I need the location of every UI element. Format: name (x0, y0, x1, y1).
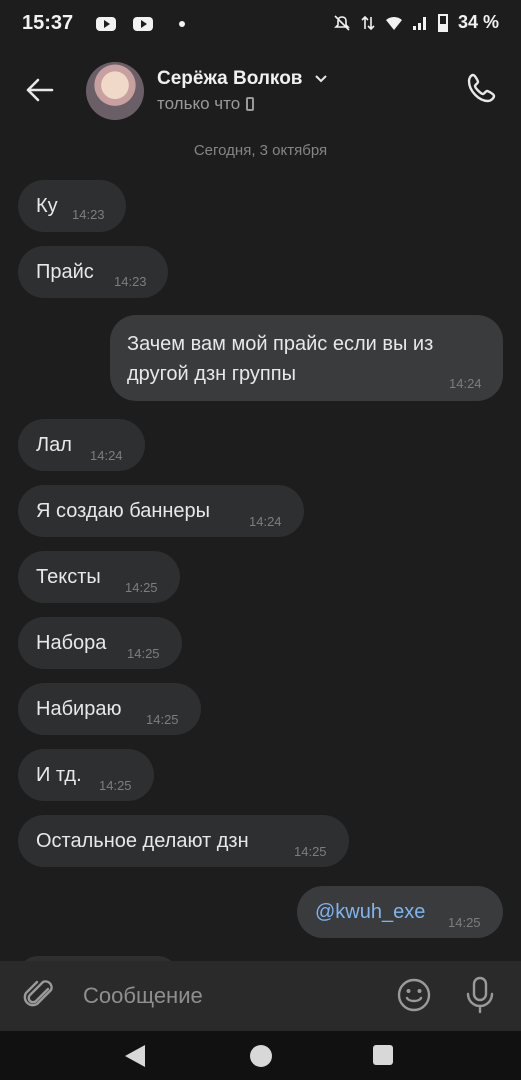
message-bubble-outgoing[interactable]: Зачем вам мой прайс если вы из другой дз… (110, 315, 503, 401)
chevron-down-icon[interactable] (314, 74, 328, 84)
message-bubble[interactable]: Набираю 14:25 (18, 683, 201, 735)
message-bubble[interactable]: Тексты 14:25 (18, 551, 180, 603)
data-arrows-icon (361, 15, 375, 30)
nav-recents-icon[interactable] (373, 1045, 393, 1065)
nav-back-icon[interactable] (125, 1045, 145, 1067)
nav-home-icon[interactable] (250, 1045, 272, 1067)
message-bubble[interactable]: Ку 14:23 (18, 180, 126, 232)
message-bubble[interactable]: Остальное делают дзн 14:25 (18, 815, 349, 867)
youtube-icon (133, 17, 153, 31)
contact-name: Серёжа Волков (157, 68, 303, 89)
message-bubble[interactable]: Я создаю баннеры 14:24 (18, 485, 304, 537)
microphone-icon[interactable] (462, 975, 498, 1015)
emoji-icon[interactable] (396, 977, 432, 1013)
message-composer: Сообщение (0, 961, 521, 1031)
youtube-icon (96, 17, 116, 31)
paperclip-icon[interactable] (22, 977, 58, 1013)
notification-dot-icon (179, 21, 185, 27)
message-bubble[interactable]: Набора 14:25 (18, 617, 182, 669)
muted-alarm-icon (334, 14, 350, 31)
status-time: 15:37 (22, 12, 74, 34)
status-bar: 15:37 34 % (0, 0, 521, 50)
contact-info[interactable]: Серёжа Волков только что (157, 68, 328, 114)
message-bubble[interactable]: И тд. 14:25 (18, 749, 154, 801)
system-nav-bar (0, 1031, 521, 1080)
chat-header: Серёжа Волков только что (0, 50, 521, 134)
message-bubble[interactable]: Лал 14:24 (18, 419, 145, 471)
battery-icon (437, 13, 448, 32)
message-input[interactable]: Сообщение (83, 983, 203, 1009)
back-arrow-icon[interactable] (22, 72, 58, 108)
contact-status: только что (157, 94, 328, 114)
wifi-icon (385, 16, 402, 30)
battery-level: 34 % (457, 12, 499, 32)
message-bubble[interactable]: Прайс 14:23 (18, 246, 168, 298)
message-bubble-outgoing[interactable]: @kwuh_exe 14:25 (297, 886, 503, 938)
avatar[interactable] (86, 62, 144, 120)
phone-call-icon[interactable] (464, 70, 500, 106)
mention-link[interactable]: @kwuh_exe (315, 901, 425, 924)
mobile-phone-icon (246, 97, 255, 111)
signal-icon (412, 16, 426, 30)
date-separator: Сегодня, 3 октября (193, 142, 328, 159)
